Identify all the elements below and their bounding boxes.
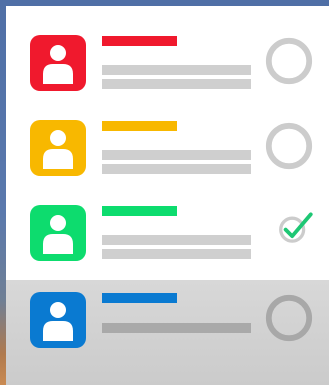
list-item[interactable] bbox=[6, 205, 329, 293]
user-avatar bbox=[30, 292, 86, 348]
text-placeholder-line bbox=[102, 323, 251, 333]
text-placeholder-line bbox=[102, 164, 251, 174]
list-item[interactable] bbox=[6, 35, 329, 123]
accent-bar bbox=[102, 121, 177, 131]
text-placeholder-line bbox=[102, 150, 251, 160]
checked-circle-icon[interactable] bbox=[264, 206, 314, 256]
user-icon bbox=[43, 302, 73, 341]
empty-circle-icon[interactable] bbox=[264, 121, 314, 171]
accent-bar bbox=[102, 293, 177, 303]
list-item[interactable] bbox=[6, 292, 329, 380]
user-avatar bbox=[30, 120, 86, 176]
text-placeholder-line bbox=[102, 235, 251, 245]
list-item[interactable] bbox=[6, 120, 329, 208]
user-icon bbox=[43, 130, 73, 169]
text-placeholder-line bbox=[102, 249, 251, 259]
text-placeholder-line bbox=[102, 65, 251, 75]
accent-bar bbox=[102, 36, 177, 46]
empty-circle-icon[interactable] bbox=[264, 36, 314, 86]
user-icon bbox=[43, 45, 73, 84]
accent-bar bbox=[102, 206, 177, 216]
checklist-panel bbox=[6, 6, 329, 385]
user-icon bbox=[43, 215, 73, 254]
user-avatar bbox=[30, 35, 86, 91]
empty-circle-icon[interactable] bbox=[264, 293, 314, 343]
user-avatar bbox=[30, 205, 86, 261]
text-placeholder-line bbox=[102, 79, 251, 89]
